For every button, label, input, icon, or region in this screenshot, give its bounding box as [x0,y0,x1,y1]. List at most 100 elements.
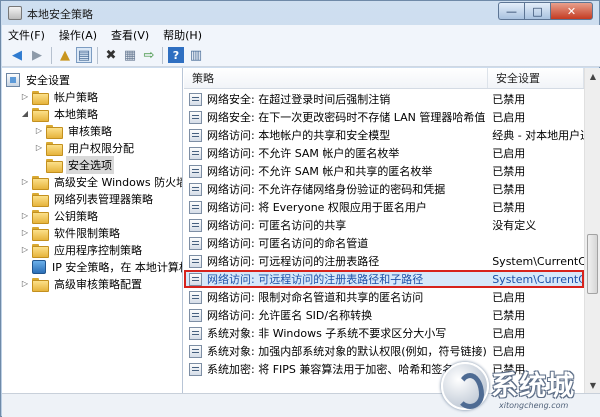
folder-icon [32,226,49,241]
expand-arrow-icon[interactable]: ▷ [20,279,30,288]
collapse-arrow-icon[interactable]: ◢ [20,109,30,118]
security-setting-value: 已禁用 [492,165,526,178]
table-row[interactable]: 网络访问: 可远程访问的注册表路径 System\CurrentCo [184,252,584,270]
expand-arrow-icon[interactable]: ▷ [20,177,30,186]
expand-arrow-icon[interactable]: ▷ [34,126,44,135]
table-row[interactable]: 网络访问: 允许匿名 SID/名称转换 已禁用 [184,306,584,324]
security-setting-value: 已启用 [492,345,526,358]
policy-icon [189,128,202,142]
window-controls: — □ ✕ [498,2,593,21]
tree-item-label: 高级安全 Windows 防火墙 [54,175,183,189]
tree-item-security-settings[interactable]: 安全设置 [6,71,72,88]
local-security-policy-window: 本地安全策略 — □ ✕ 文件(F) 操作(A) 查看(V) 帮助(H) ◀ ▶… [0,0,600,417]
content-area: 安全设置 ▷ 帐户策略 ◢ 本地策略 ▷ 审核策略 ▷ 用户权限分配 安全选项 … [2,68,600,393]
toolbar-separator [97,47,98,64]
menu-help[interactable]: 帮助(H) [163,27,202,43]
tree-item-label: 公钥策略 [54,209,98,223]
expand-arrow-icon[interactable]: ▷ [20,228,30,237]
folder-icon [32,209,49,224]
folder-icon [32,192,49,207]
policy-icon [189,92,202,106]
watermark-logo-icon [441,362,489,410]
table-row[interactable]: 系统对象: 加强内部系统对象的默认权限(例如，符号链接) 已启用 [184,342,584,360]
policy-list-pane: 策略 安全设置 网络安全: 在超过登录时间后强制注销 已禁用 网络安全: 在下一次更… [184,68,600,393]
tree-item-software-restriction[interactable]: ▷ 软件限制策略 [20,224,122,241]
tree-item-label: 本地策略 [54,107,98,121]
maximize-button[interactable]: □ [524,2,550,20]
toolbar: ◀ ▶ ▲ ▤ ✖ ▦ ⇨ ? ▥ [2,44,600,67]
table-row-selected[interactable]: 网络访问: 可远程访问的注册表路径和子路径 System\CurrentCo [184,270,584,288]
tree-item-ip-security-policies[interactable]: IP 安全策略，在 本地计算机 [32,258,183,275]
tree-item-windows-firewall[interactable]: ▷ 高级安全 Windows 防火墙 [20,173,183,190]
scroll-up-icon[interactable]: ▲ [585,68,600,84]
tree-item-account-policies[interactable]: ▷ 帐户策略 [20,88,100,105]
toolbar-separator [162,47,163,64]
close-button[interactable]: ✕ [550,2,593,20]
policy-icon [189,182,202,196]
policy-icon [189,362,202,376]
policy-name: 网络访问: 可远程访问的注册表路径和子路径 [207,273,424,286]
policy-icon [189,200,202,214]
tree-item-local-policies[interactable]: ◢ 本地策略 [20,105,100,122]
list-header: 策略 安全设置 [184,68,584,89]
tree-item-public-key-policies[interactable]: ▷ 公钥策略 [20,207,100,224]
minimize-button[interactable]: — [498,2,524,20]
table-row[interactable]: 网络访问: 可匿名访问的命名管道 [184,234,584,252]
up-folder-icon[interactable]: ▲ [57,47,73,63]
delete-icon[interactable]: ✖ [103,47,119,63]
menu-view[interactable]: 查看(V) [111,27,149,43]
table-row[interactable]: 网络访问: 不允许 SAM 帐户和共享的匿名枚举 已禁用 [184,162,584,180]
tree-item-application-control[interactable]: ▷ 应用程序控制策略 [20,241,144,258]
tree-item-label: 应用程序控制策略 [54,243,142,257]
folder-icon [32,243,49,258]
properties-icon[interactable]: ▦ [122,47,138,63]
scrollbar-thumb[interactable] [587,234,598,294]
table-row[interactable]: 网络安全: 在下一次更改密码时不存储 LAN 管理器哈希值 已启用 [184,108,584,126]
tree-item-network-list-manager[interactable]: 网络列表管理器策略 [32,190,155,207]
policy-name: 网络访问: 限制对命名管道和共享的匿名访问 [207,291,424,304]
export-list-icon[interactable]: ⇨ [141,47,157,63]
back-arrow-icon[interactable]: ◀ [9,47,25,63]
tree-item-audit-policy[interactable]: ▷ 审核策略 [34,122,114,139]
column-header-security-setting[interactable]: 安全设置 [488,68,584,88]
tree-item-label: 审核策略 [68,124,112,138]
menu-action[interactable]: 操作(A) [59,27,97,43]
policy-name: 网络访问: 可远程访问的注册表路径 [207,255,380,268]
vertical-scrollbar[interactable]: ▲ ▼ [584,68,600,393]
folder-icon [46,158,63,173]
table-row[interactable]: 网络访问: 可匿名访问的共享 没有定义 [184,216,584,234]
expand-arrow-icon[interactable]: ▷ [20,245,30,254]
help-icon[interactable]: ? [168,47,184,63]
column-header-policy[interactable]: 策略 [184,68,488,88]
security-setting-value: 没有定义 [492,219,537,232]
table-row[interactable]: 网络访问: 限制对命名管道和共享的匿名访问 已启用 [184,288,584,306]
table-row[interactable]: 网络访问: 不允许 SAM 帐户的匿名枚举 已启用 [184,144,584,162]
tree-item-label: 高级审核策略配置 [54,277,142,291]
expand-arrow-icon[interactable]: ▷ [34,143,44,152]
tree-item-advanced-audit[interactable]: ▷ 高级审核策略配置 [20,275,144,292]
security-setting-value: 已禁用 [492,183,526,196]
menu-file[interactable]: 文件(F) [8,27,45,43]
table-row[interactable]: 网络访问: 将 Everyone 权限应用于匿名用户 已禁用 [184,198,584,216]
tree-item-label: IP 安全策略，在 本地计算机 [52,260,183,274]
forward-arrow-icon[interactable]: ▶ [29,47,45,63]
ip-security-icon [32,259,46,274]
folder-icon [32,175,49,190]
policy-icon [189,146,202,160]
policy-icon [189,308,202,322]
table-row[interactable]: 网络访问: 不允许存储网络身份验证的密码和凭据 已禁用 [184,180,584,198]
expand-arrow-icon[interactable]: ▷ [20,211,30,220]
tree-item-label: 网络列表管理器策略 [54,192,153,206]
show-tree-icon[interactable]: ▤ [76,47,92,63]
table-row[interactable]: 网络访问: 本地帐户的共享和安全模型 经典 - 对本地用户进 [184,126,584,144]
show-hide-pane-icon[interactable]: ▥ [188,47,204,63]
toolbar-separator [51,47,52,64]
tree-item-user-rights-assignment[interactable]: ▷ 用户权限分配 [34,139,136,156]
security-setting-value: 已启用 [492,327,526,340]
table-row[interactable]: 系统对象: 非 Windows 子系统不要求区分大小写 已启用 [184,324,584,342]
table-row[interactable]: 网络安全: 在超过登录时间后强制注销 已禁用 [184,90,584,108]
expand-arrow-icon[interactable]: ▷ [20,92,30,101]
policy-name: 网络访问: 将 Everyone 权限应用于匿名用户 [207,201,427,214]
tree-item-security-options[interactable]: 安全选项 [46,155,114,174]
title-bar[interactable]: 本地安全策略 — □ ✕ [1,1,599,25]
